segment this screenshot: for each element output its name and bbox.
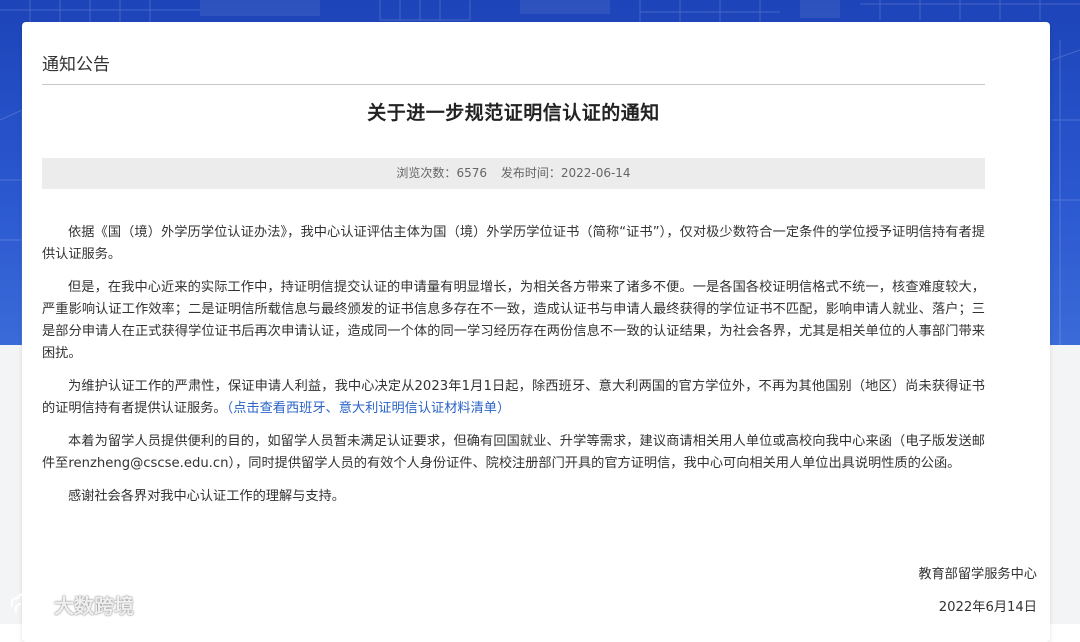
watermark: 大数跨境 <box>8 590 134 618</box>
paragraph-4: 本着为留学人员提供便利的目的，如留学人员暂未满足认证要求，但确有回国就业、升学等… <box>42 434 985 471</box>
paragraph-1: 依据《国（境）外学历学位认证办法》，我中心认证评估主体为国（境）外学历学位证书（… <box>42 225 985 262</box>
section-header: 通知公告 <box>42 52 985 85</box>
material-list-link[interactable]: （点击查看西班牙、意大利证明信认证材料清单） <box>227 401 511 416</box>
publish-date: 发布时间：2022-06-14 <box>501 166 631 180</box>
paragraph-5: 感谢社会各界对我中心认证工作的理解与支持。 <box>68 489 345 504</box>
paragraph-3: 为维护认证工作的严肃性，保证申请人利益，我中心决定从2023年1月1日起，除西班… <box>42 376 985 420</box>
views-count: 浏览次数：6576 <box>396 166 487 180</box>
date-label: 发布时间： <box>500 166 561 180</box>
views-value: 6576 <box>456 166 487 180</box>
issue-date: 2022年6月14日 <box>938 600 1037 615</box>
paragraph-3-text: 为维护认证工作的严肃性，保证申请人利益，我中心决定从2023年1月1日起，除西班… <box>42 379 985 416</box>
views-label: 浏览次数： <box>396 166 457 180</box>
article-title: 关于进一步规范证明信认证的通知 <box>367 102 660 124</box>
cloud-logo-icon <box>10 593 47 614</box>
article-body: 依据《国（境）外学历学位认证办法》，我中心认证评估主体为国（境）外学历学位证书（… <box>42 222 985 519</box>
paragraph-2: 但是，在我中心近来的实际工作中，持证明信提交认证的申请量有明显增长，为相关各方带… <box>42 280 985 361</box>
watermark-text: 大数跨境 <box>54 593 134 618</box>
article-meta: 浏览次数：6576 发布时间：2022-06-14 <box>42 158 985 189</box>
date-value: 2022-06-14 <box>560 166 631 180</box>
issuer-signature: 教育部留学服务中心 <box>918 567 1037 582</box>
section-title: 通知公告 <box>42 55 110 75</box>
